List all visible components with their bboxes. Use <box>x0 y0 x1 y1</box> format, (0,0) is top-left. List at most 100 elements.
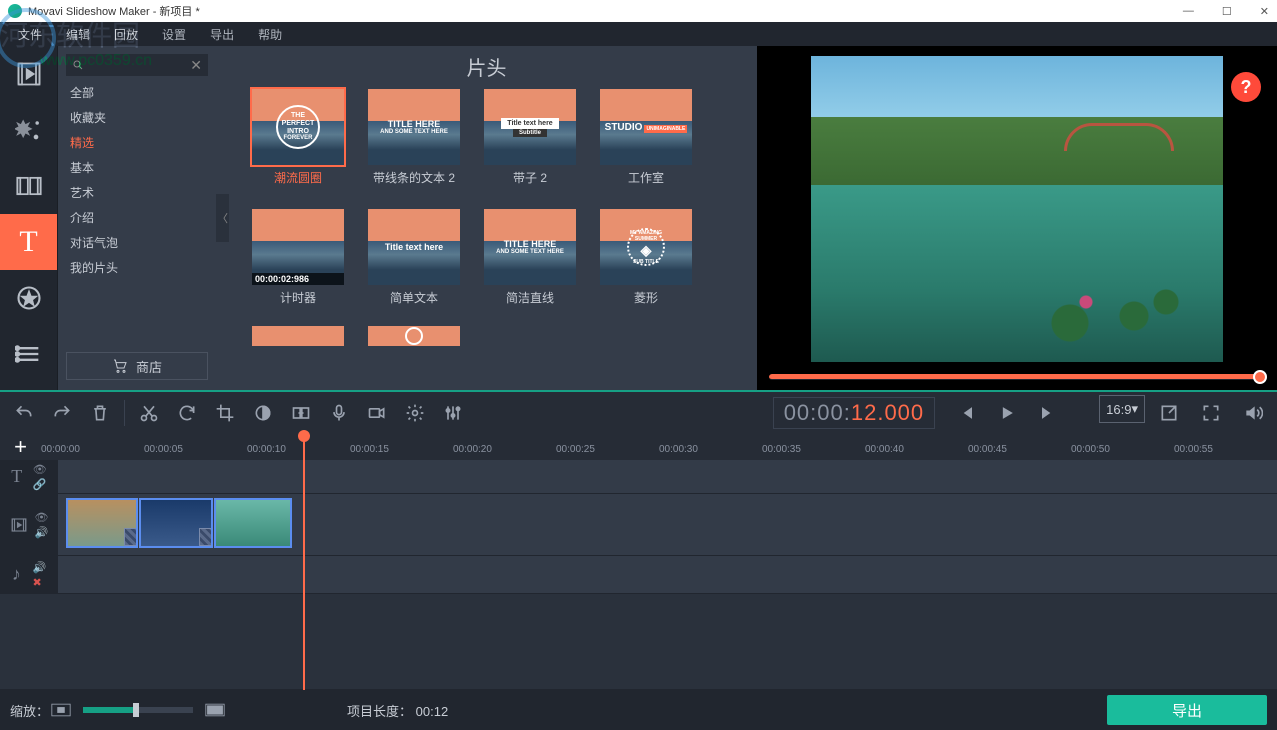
color-adjust-button[interactable] <box>245 395 281 431</box>
template-6[interactable]: TITLE HEREAND SOME TEXT HERE简洁直线 <box>484 209 576 305</box>
track-audio: ♪ 🔊 ✖ <box>0 556 1277 594</box>
template-0[interactable]: THE PERFECT INTROFOREVER潮流圆圈 <box>252 89 344 185</box>
track-link-icon[interactable]: 🔗 <box>33 478 47 491</box>
timeline: + 00:00:0000:00:0500:00:1000:00:1500:00:… <box>0 434 1277 690</box>
clip-properties-button[interactable] <box>397 395 433 431</box>
tool-media[interactable] <box>0 46 57 102</box>
scrubber-handle[interactable] <box>1253 370 1267 384</box>
record-video-button[interactable] <box>359 395 395 431</box>
next-frame-button[interactable] <box>1029 395 1065 431</box>
menu-edit[interactable]: 编辑 <box>54 22 102 46</box>
window-maximize-button[interactable]: ☐ <box>1222 5 1232 18</box>
category-speech[interactable]: 对话气泡 <box>58 230 216 255</box>
menu-export[interactable]: 导出 <box>198 22 246 46</box>
cut-button[interactable] <box>131 395 167 431</box>
prev-frame-button[interactable] <box>949 395 985 431</box>
add-track-button[interactable]: + <box>0 434 41 460</box>
track-fx-icon[interactable]: ✖ <box>32 576 46 589</box>
category-favorites[interactable]: 收藏夹 <box>58 105 216 130</box>
window-minimize-button[interactable]: — <box>1183 5 1194 18</box>
ruler-mark: 00:00:05 <box>144 440 247 455</box>
transition-marker[interactable] <box>199 528 213 546</box>
aspect-ratio-button[interactable]: 16:9 ▾ <box>1099 395 1145 423</box>
zoom-in-button[interactable] <box>203 692 227 728</box>
zoom-label: 缩放： <box>10 701 49 720</box>
playhead[interactable] <box>303 434 305 690</box>
template-5[interactable]: Title text here简单文本 <box>368 209 460 305</box>
transition-marker[interactable] <box>124 528 138 546</box>
menu-settings[interactable]: 设置 <box>150 22 198 46</box>
tool-transitions[interactable] <box>0 158 57 214</box>
transition-wizard-button[interactable] <box>283 395 319 431</box>
menu-help[interactable]: 帮助 <box>246 22 294 46</box>
audio-track-icon: ♪ <box>12 564 21 585</box>
ruler-mark: 00:00:55 <box>1174 440 1277 455</box>
timeline-clip[interactable] <box>139 498 213 548</box>
timeline-clip[interactable] <box>214 498 292 548</box>
window-close-button[interactable]: ✕ <box>1260 5 1269 18</box>
ruler-mark: 00:00:00 <box>41 440 144 455</box>
template-9[interactable] <box>368 326 460 346</box>
help-button[interactable]: ? <box>1231 72 1261 102</box>
zoom-out-button[interactable] <box>49 692 73 728</box>
play-button[interactable] <box>989 395 1025 431</box>
timecode-display[interactable]: 00:00:12.000 <box>773 397 935 429</box>
track-empty <box>0 594 1277 690</box>
search-clear-button[interactable]: ✕ <box>190 57 202 74</box>
templates-panel: 片头 THE PERFECT INTROFOREVER潮流圆圈 TITLE HER… <box>216 46 757 390</box>
category-basic[interactable]: 基本 <box>58 155 216 180</box>
store-button[interactable]: 商店 <box>66 352 208 380</box>
titles-track-icon: T <box>11 466 22 487</box>
category-art[interactable]: 艺术 <box>58 180 216 205</box>
ruler-mark: 00:00:45 <box>968 440 1071 455</box>
category-panel: ✕ 全部 收藏夹 精选 基本 艺术 介绍 对话气泡 我的片头 商店 〈 <box>58 46 216 390</box>
detach-preview-button[interactable] <box>1151 395 1187 431</box>
track-visibility-icon[interactable]: 👁 <box>33 463 47 476</box>
panel-title: 片头 <box>252 52 721 81</box>
tool-titles[interactable]: T <box>0 214 57 270</box>
volume-button[interactable] <box>1235 395 1271 431</box>
equalizer-button[interactable] <box>435 395 471 431</box>
timeline-ruler[interactable]: 00:00:0000:00:0500:00:1000:00:1500:00:20… <box>41 440 1277 455</box>
template-4[interactable]: 00:00:02:986计时器 <box>252 209 344 305</box>
preview-scrubber[interactable] <box>769 368 1265 386</box>
export-button[interactable]: 导出 <box>1107 695 1267 725</box>
track-video: 👁🔊 <box>0 494 1277 556</box>
window-title: Movavi Slideshow Maker - 新项目 * <box>28 3 200 19</box>
menu-playback[interactable]: 回放 <box>102 22 150 46</box>
undo-button[interactable] <box>6 395 42 431</box>
search-input[interactable]: ✕ <box>66 54 208 76</box>
template-3[interactable]: STUDIOUNIMAGINABLE工作室 <box>600 89 692 185</box>
category-intro[interactable]: 介绍 <box>58 205 216 230</box>
ruler-mark: 00:00:20 <box>453 440 556 455</box>
tool-filters[interactable] <box>0 102 57 158</box>
category-my-titles[interactable]: 我的片头 <box>58 255 216 280</box>
crop-button[interactable] <box>207 395 243 431</box>
statusbar: 缩放： 项目长度： 00:12 导出 <box>0 690 1277 730</box>
preview-canvas[interactable] <box>811 56 1223 362</box>
menu-file[interactable]: 文件 <box>6 22 54 46</box>
zoom-slider[interactable] <box>83 707 193 713</box>
track-visibility-icon[interactable]: 👁 <box>35 511 49 524</box>
template-8[interactable] <box>252 326 344 346</box>
template-7[interactable]: MY AMAZING SUMMER◈SUB TITLE菱形 <box>600 209 692 305</box>
ruler-mark: 00:00:35 <box>762 440 865 455</box>
project-length-label: 项目长度： 00:12 <box>347 701 448 720</box>
tool-more[interactable] <box>0 326 57 382</box>
timeline-toolbar: 00:00:12.000 16:9 ▾ <box>0 392 1277 434</box>
template-2[interactable]: Title text hereSubtitle带子 2 <box>484 89 576 185</box>
track-mute-icon[interactable]: 🔊 <box>35 526 49 539</box>
panel-collapse-button[interactable]: 〈 <box>216 194 229 242</box>
category-all[interactable]: 全部 <box>58 80 216 105</box>
record-audio-button[interactable] <box>321 395 357 431</box>
timeline-clip[interactable] <box>66 498 138 548</box>
rotate-button[interactable] <box>169 395 205 431</box>
delete-button[interactable] <box>82 395 118 431</box>
fullscreen-button[interactable] <box>1193 395 1229 431</box>
template-1[interactable]: TITLE HEREAND SOME TEXT HERE带线条的文本 2 <box>368 89 460 185</box>
ruler-mark: 00:00:40 <box>865 440 968 455</box>
category-featured[interactable]: 精选 <box>58 130 216 155</box>
tool-stickers[interactable] <box>0 270 57 326</box>
redo-button[interactable] <box>44 395 80 431</box>
track-mute-icon[interactable]: 🔊 <box>32 561 46 574</box>
